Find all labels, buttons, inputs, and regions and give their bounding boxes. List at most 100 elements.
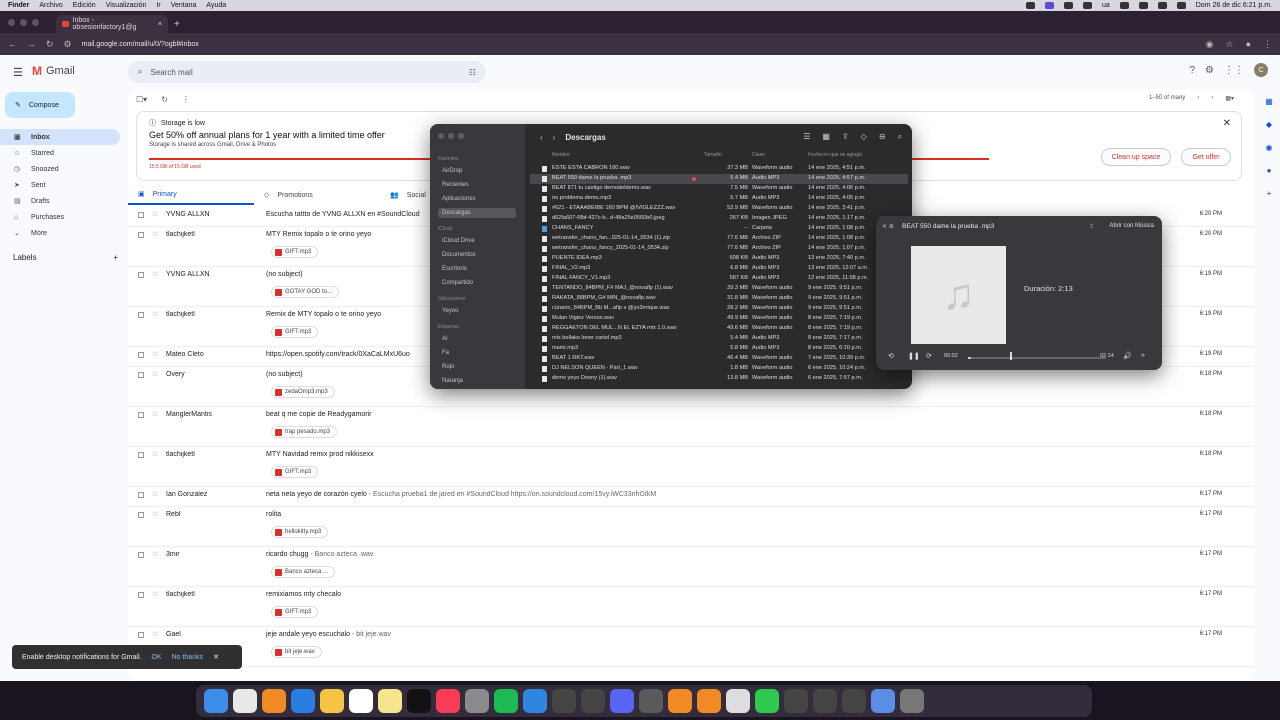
file-row[interactable]: mix bellako loner cartel.mp3 5.4 MB Audio … [530, 334, 908, 344]
progress-slider[interactable] [968, 357, 1106, 359]
app-icon[interactable] [552, 689, 576, 713]
safari-icon[interactable] [523, 689, 547, 713]
volume-knob[interactable] [1010, 352, 1012, 360]
menu-ayuda[interactable]: Ayuda [206, 2, 226, 9]
prev-page-icon[interactable]: ‹ [1197, 95, 1199, 102]
no-thanks-button[interactable]: No thanks [172, 654, 204, 661]
email-row[interactable]: ☆ 3mir ricardo chugg - Banco azteca .wav 6:… [128, 547, 1254, 587]
attachment-chip[interactable]: GIFT.mp3 [271, 606, 319, 618]
spotify-icon[interactable] [494, 689, 518, 713]
density-icon[interactable]: ▦▾ [1225, 95, 1234, 102]
tab-promotions[interactable]: ◇ Promotions [254, 185, 380, 205]
file-row[interactable]: DJ NELSON QUEEN - Part_1.wav 1.8 MB Wavefo… [530, 364, 908, 374]
sidebar-item-snoozed[interactable]: ◷ Snoozed [0, 161, 125, 177]
battery-icon[interactable] [1138, 2, 1148, 9]
row-checkbox[interactable] [138, 512, 144, 518]
fl-studio-icon[interactable] [668, 689, 692, 713]
attachment-chip[interactable]: GOTAY GOD to... [271, 286, 340, 298]
new-tab-icon[interactable]: + [174, 19, 180, 30]
input-source[interactable]: ua [1102, 2, 1110, 9]
settings-icon[interactable]: ⚙ [1205, 65, 1214, 76]
file-row[interactable]: FINAL_V2.mp3 6.8 MB Audio MP3 13 ene 2025, … [530, 264, 908, 274]
file-row[interactable]: #621 - ETAAABEIBE 160 BPM @IVIGLEZZZ.wav… [530, 204, 908, 214]
sidebar-item[interactable]: Aplicaciones [438, 194, 516, 204]
sidebar-item[interactable]: Documentos [438, 250, 516, 260]
star-icon[interactable]: ☆ [152, 490, 158, 498]
url-field[interactable]: mail.google.com/mail/u/0/?ogbl#inbox [82, 41, 199, 48]
search-icon[interactable]: ⌕ [898, 132, 902, 142]
close-icon[interactable]: × [158, 21, 162, 28]
star-icon[interactable]: ☆ [152, 550, 158, 558]
contacts-icon[interactable]: ● [1267, 166, 1272, 175]
sidebar-item[interactable]: iCloud Drive [438, 236, 516, 246]
email-row[interactable]: ☆ tlachijketl MTY Navidad remix prod nikki… [128, 447, 1254, 487]
menu-ventana[interactable]: Ventana [171, 2, 197, 9]
row-checkbox[interactable] [138, 492, 144, 498]
row-checkbox[interactable] [138, 632, 144, 638]
discord-icon[interactable] [610, 689, 634, 713]
apps-grid-icon[interactable]: ⋮⋮ [1224, 65, 1244, 76]
notes-icon[interactable] [378, 689, 402, 713]
screen-icon[interactable] [1044, 2, 1054, 9]
app-icon[interactable] [726, 689, 750, 713]
profile-icon[interactable]: ● [1246, 39, 1251, 50]
reload-icon[interactable]: ↻ [46, 39, 54, 50]
gmail-logo[interactable]: M Gmail [32, 64, 75, 78]
clean-up-space-button[interactable]: Clean up space [1101, 148, 1171, 166]
share-icon[interactable]: ⇪ [842, 132, 849, 142]
sidebar-item-sent[interactable]: ➤ Sent [0, 177, 125, 193]
group-icon[interactable]: ▦ [822, 132, 830, 142]
search-icon[interactable] [1176, 2, 1186, 9]
keep-icon[interactable]: ◆ [1266, 120, 1272, 129]
avatar[interactable]: C [1254, 63, 1268, 77]
app-icon[interactable] [784, 689, 808, 713]
fl-studio-icon[interactable] [697, 689, 721, 713]
star-icon[interactable]: ☆ [152, 630, 158, 638]
search-input[interactable]: Search mail [150, 68, 192, 77]
row-checkbox[interactable] [138, 212, 144, 218]
file-row[interactable]: wetransfer_chans_fancy_2025-01-14_0534.z… [530, 244, 908, 254]
row-checkbox[interactable] [138, 312, 144, 318]
star-icon[interactable]: ☆ [152, 270, 158, 278]
action-icon[interactable]: ⊖ [879, 132, 886, 142]
browser-tab[interactable]: Inbox - obsesionfactory1@g × [56, 15, 168, 33]
menu-archivo[interactable]: Archivo [39, 2, 62, 9]
sidebar-item[interactable]: Naranja [438, 376, 516, 386]
sidebar-item-more[interactable]: ⌄ More [0, 225, 125, 241]
add-app-icon[interactable]: + [1267, 189, 1272, 198]
volume-icon[interactable]: 🔊 [1123, 352, 1132, 360]
back-icon[interactable]: ← [8, 39, 17, 49]
back-icon[interactable]: ‹ [540, 133, 543, 142]
email-row[interactable]: ☆ Gael jeje andale yeyo escuchalo - bit je… [128, 627, 1254, 667]
clock[interactable]: Dom 26 de dic 6:21 p.m. [1196, 2, 1272, 9]
email-row[interactable]: ☆ Rebl rolita 6:17 PM hellokitty.mp3 [128, 507, 1254, 547]
row-checkbox[interactable] [138, 592, 144, 598]
menu-finder[interactable]: Finder [8, 2, 29, 9]
row-checkbox[interactable] [138, 412, 144, 418]
open-with-button[interactable]: Abrir con Música [1109, 223, 1154, 229]
window-controls[interactable] [438, 133, 464, 139]
file-row[interactable]: Mulan Vigiez Versos.wav 49.9 MB Waveform a… [530, 314, 908, 324]
attachment-chip[interactable]: GIFT.mp3 [271, 246, 319, 258]
app-icon[interactable] [639, 689, 663, 713]
status-icon[interactable] [1063, 2, 1073, 9]
window-controls[interactable] [8, 19, 39, 26]
refresh-icon[interactable]: ↻ [161, 95, 168, 104]
file-row[interactable]: BEAT 550 dame la prueba .mp3 5.4 MB Audio … [530, 174, 908, 184]
add-label-icon[interactable]: + [113, 253, 118, 262]
sidebar-item-starred[interactable]: ☆ Starred [0, 145, 125, 161]
next-page-icon[interactable]: › [1211, 95, 1213, 102]
close-icon[interactable]: ✕ ⊕ [882, 223, 894, 230]
file-row[interactable]: cúramo_84BPM_Bb M...aflp x @yo3nrique.wa… [530, 304, 908, 314]
get-offer-button[interactable]: Get offer [1181, 148, 1231, 166]
status-icon[interactable] [1082, 2, 1092, 9]
compose-button[interactable]: ✎ Compose [5, 92, 75, 118]
fl-studio-icon[interactable] [262, 689, 286, 713]
rewind-icon[interactable]: ⟲ [888, 352, 894, 360]
forward-skip-icon[interactable]: ⟳ [926, 352, 932, 360]
file-row[interactable]: d62fa607-6fbf-427c-b...d-48a25e0560b0.jp… [530, 214, 908, 224]
extension-icon[interactable]: ◉ [1206, 39, 1214, 50]
forward-icon[interactable]: › [553, 133, 556, 142]
star-icon[interactable]: ☆ [152, 350, 158, 358]
star-icon[interactable]: ☆ [152, 410, 158, 418]
